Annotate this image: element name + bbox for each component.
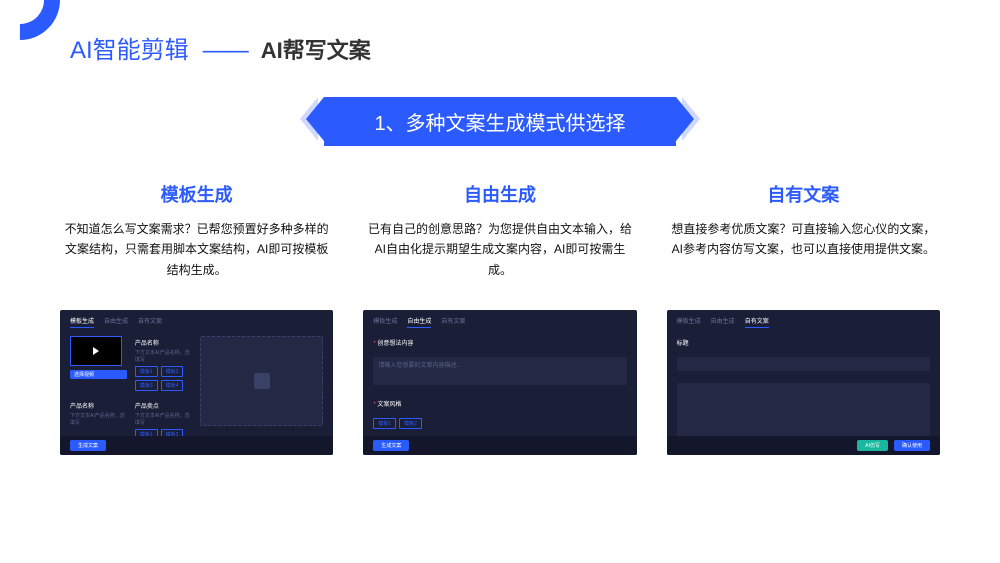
tab-free: 自由生成	[711, 316, 735, 328]
screenshot-template-mode: 模板生成 自由生成 自有文案 选择视频 产品名称 下方文本AI产品名称，选填写 …	[60, 310, 333, 455]
card-title: 自有文案	[667, 181, 940, 207]
card-title: 自由生成	[363, 181, 636, 207]
title-input	[677, 357, 930, 371]
screenshots-row: 模板生成 自由生成 自有文案 选择视频 产品名称 下方文本AI产品名称，选填写 …	[0, 310, 1000, 455]
banner-wrap: 1、多种文案生成模式供选择	[0, 97, 1000, 146]
section-banner: 1、多种文案生成模式供选择	[324, 97, 675, 146]
ui-tabs: 模板生成 自由生成 自有文案	[667, 310, 940, 332]
label-sub: 下方文本AI产品名称，选填写	[135, 349, 192, 363]
generate-button: 生成文案	[373, 440, 409, 451]
card-desc: 已有自己的创意思路？为您提供自由文本输入，给AI自由化提示期望生成文案内容，AI…	[363, 219, 636, 280]
tab-free: 自由生成	[104, 316, 128, 328]
chip: 模板2	[399, 418, 422, 429]
idea-textarea: 请输入您想要的文案内容描述...	[373, 357, 626, 385]
confirm-button: 确认使用	[894, 440, 930, 451]
page-header: AI智能剪辑 —— AI帮写文案	[0, 0, 1000, 65]
tab-template: 模板生成	[373, 316, 397, 328]
chip: 模板2	[161, 366, 184, 377]
footer-bar: AI仿写 确认使用	[667, 436, 940, 455]
label-product-name: 产品名称	[70, 401, 127, 410]
footer-bar: 生成文案	[363, 436, 636, 455]
card-desc: 想直接参考优质文案？可直接输入您心仪的文案，AI参考内容仿写文案，也可以直接使用…	[667, 219, 940, 260]
label-title: 标题	[677, 338, 930, 347]
ui-tabs: 模板生成 自由生成 自有文案	[60, 310, 333, 332]
chip: 模板4	[161, 380, 184, 391]
label-product-selling: 产品卖点	[135, 401, 192, 410]
header-title-sub: AI帮写文案	[261, 33, 371, 65]
header-dash: ——	[203, 37, 247, 65]
tab-own: 自有文案	[138, 316, 162, 328]
chip: 模板1	[373, 418, 396, 429]
chip: 模板3	[135, 380, 158, 391]
footer-bar: 生成文案	[60, 436, 333, 455]
upload-icon	[254, 373, 270, 389]
label-style: 文案风格	[377, 402, 401, 408]
label-sub: 下方文本AI产品名称，选填写	[70, 412, 127, 426]
chip: 模板1	[135, 366, 158, 377]
card-free: 自由生成 已有自己的创意思路？为您提供自由文本输入，给AI自由化提示期望生成文案…	[363, 181, 636, 280]
screenshot-free-mode: 模板生成 自由生成 自有文案 * 创意想法内容 请输入您想要的文案内容描述...…	[363, 310, 636, 455]
card-title: 模板生成	[60, 181, 333, 207]
card-own: 自有文案 想直接参考优质文案？可直接输入您心仪的文案，AI参考内容仿写文案，也可…	[667, 181, 940, 280]
screenshot-own-mode: 模板生成 自由生成 自有文案 标题 AI仿写 确认使用	[667, 310, 940, 455]
card-template: 模板生成 不知道怎么写文案需求？已帮您预置好多种多样的文案结构，只需套用脚本文案…	[60, 181, 333, 280]
header-title-main: AI智能剪辑	[70, 30, 189, 65]
play-icon	[93, 347, 99, 355]
cards-row: 模板生成 不知道怎么写文案需求？已帮您预置好多种多样的文案结构，只需套用脚本文案…	[0, 181, 1000, 280]
tab-own: 自有文案	[441, 316, 465, 328]
card-desc: 不知道怎么写文案需求？已帮您预置好多种多样的文案结构，只需套用脚本文案结构，AI…	[60, 219, 333, 280]
upload-panel	[200, 336, 324, 426]
select-video-chip: 选择视频	[70, 370, 127, 379]
ai-rewrite-button: AI仿写	[857, 440, 888, 451]
generate-button: 生成文案	[70, 440, 106, 451]
label-idea: 创意想法内容	[377, 341, 413, 347]
tab-own: 自有文案	[745, 316, 769, 328]
tab-template: 模板生成	[677, 316, 701, 328]
label-product-name: 产品名称	[135, 338, 192, 347]
tab-template: 模板生成	[70, 316, 94, 328]
tab-free: 自由生成	[407, 316, 431, 328]
label-sub: 下方文本AI产品名称，选填写	[135, 412, 192, 426]
video-thumb	[70, 336, 122, 366]
ui-tabs: 模板生成 自由生成 自有文案	[363, 310, 636, 332]
